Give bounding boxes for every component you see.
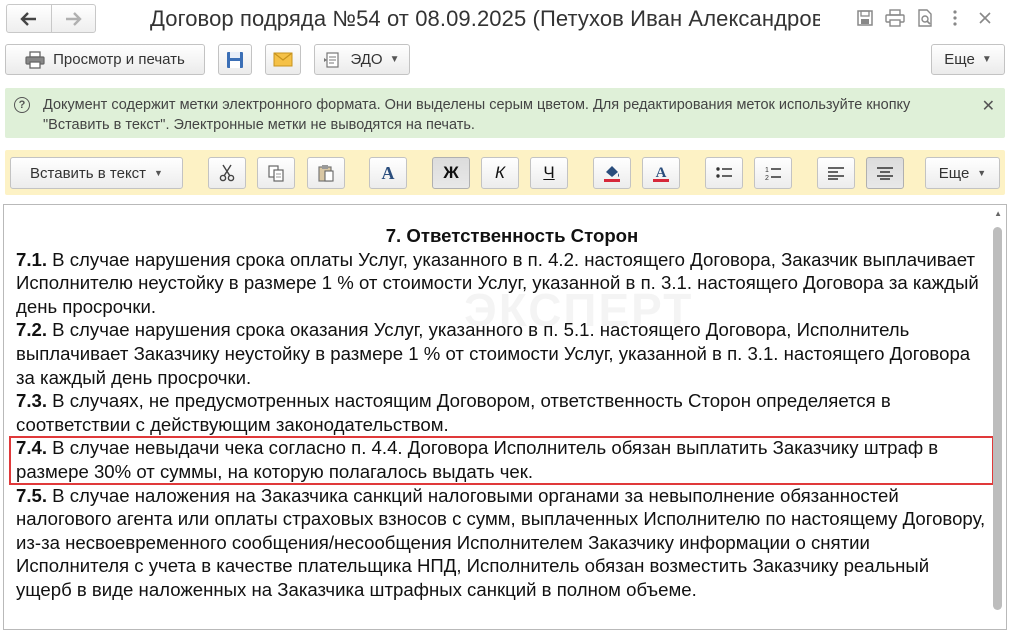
highlight-box <box>9 436 994 485</box>
command-bar: Просмотр и печать ЭДО ▼ Еще ▼ <box>0 44 1010 78</box>
dropdown-arrow-icon: ▼ <box>154 168 163 178</box>
copy-icon <box>268 165 284 182</box>
align-left-button[interactable] <box>817 157 855 189</box>
floppy-icon <box>227 51 243 68</box>
svg-text:2: 2 <box>765 175 769 181</box>
align-left-icon <box>828 167 844 180</box>
numbered-list-button[interactable]: 12 <box>754 157 792 189</box>
title-bar: Договор подряда №54 от 08.09.2025 (Петух… <box>0 0 1010 38</box>
numbered-list-icon: 12 <box>765 167 781 181</box>
insert-into-text-button[interactable]: Вставить в текст ▼ <box>10 157 183 189</box>
text-color-icon: A <box>653 165 669 182</box>
clause-text: В случае нарушения срока оплаты Услуг, у… <box>16 248 979 317</box>
search-doc-icon[interactable] <box>910 6 940 30</box>
clause-7-1: 7.1. В случае нарушения срока оплаты Усл… <box>16 248 988 319</box>
section-heading: 7. Ответственность Сторон <box>385 225 639 246</box>
arrow-left-icon <box>20 11 36 26</box>
edo-label: ЭДО <box>350 51 383 68</box>
format-more-label: Еще <box>938 164 970 182</box>
forward-button[interactable] <box>52 5 96 32</box>
document-editor[interactable]: ЭКСПЕРТ 7. Ответственность Сторон 7.1. В… <box>3 204 1007 630</box>
more-label: Еще <box>944 51 975 68</box>
save-icon[interactable] <box>850 6 880 30</box>
clause-text: В случае наложения на Заказчика санкций … <box>16 484 986 600</box>
copy-button[interactable] <box>257 157 295 189</box>
edo-button[interactable]: ЭДО ▼ <box>314 44 410 75</box>
edo-icon <box>324 51 340 68</box>
underline-label: Ч <box>543 163 555 182</box>
bullet-list-icon <box>716 167 732 178</box>
save-button[interactable] <box>218 44 252 75</box>
question-icon: ? <box>14 97 30 113</box>
back-button[interactable] <box>7 5 52 32</box>
print-icon[interactable] <box>880 6 910 30</box>
clause-number: 7.5. <box>16 484 48 506</box>
bold-label: Ж <box>443 163 459 182</box>
preview-print-button[interactable]: Просмотр и печать <box>5 44 205 75</box>
dropdown-arrow-icon: ▼ <box>981 54 992 65</box>
document-text[interactable]: 7. Ответственность Сторон 7.1. В случае … <box>16 224 988 602</box>
font-button[interactable]: A <box>369 157 407 189</box>
align-center-button[interactable] <box>866 157 904 189</box>
bold-button[interactable]: Ж <box>432 157 470 189</box>
clause-7-5: 7.5. В случае наложения на Заказчика сан… <box>16 484 988 602</box>
clause-7-2: 7.2. В случае нарушения срока оказания У… <box>16 318 988 389</box>
clause-text: В случаях, не предусмотренных настоящим … <box>16 390 891 435</box>
underline-button[interactable]: Ч <box>530 157 568 189</box>
clause-number: 7.2. <box>16 319 48 341</box>
info-text: Документ содержит метки электронного фор… <box>43 97 911 133</box>
align-center-icon <box>877 167 893 180</box>
dropdown-arrow-icon: ▼ <box>977 168 987 178</box>
svg-text:A: A <box>656 165 667 181</box>
italic-label: К <box>494 163 506 182</box>
cut-button[interactable] <box>208 157 246 189</box>
envelope-icon <box>273 52 293 67</box>
paste-icon <box>318 165 334 182</box>
scroll-up-icon[interactable]: ▲ <box>994 209 1002 218</box>
fill-color-button[interactable] <box>593 157 631 189</box>
format-toolbar: Вставить в текст ▼ A Ж К Ч A 12 Еще ▼ <box>5 150 1005 195</box>
more-button[interactable]: Еще ▼ <box>931 44 1005 75</box>
insert-into-text-label: Вставить в текст <box>30 164 147 182</box>
more-vertical-icon[interactable] <box>940 6 970 30</box>
dropdown-arrow-icon: ▼ <box>389 54 400 65</box>
scrollbar-thumb[interactable] <box>993 227 1002 610</box>
navigation-buttons <box>6 4 96 33</box>
preview-print-label: Просмотр и печать <box>53 51 185 68</box>
italic-button[interactable]: К <box>481 157 519 189</box>
close-icon[interactable]: ✕ <box>982 96 995 116</box>
paint-bucket-icon <box>604 166 620 182</box>
scissors-icon <box>219 164 235 182</box>
text-color-button[interactable]: A <box>642 157 680 189</box>
print-icon <box>25 50 45 69</box>
clause-7-3: 7.3. В случаях, не предусмотренных насто… <box>16 389 988 436</box>
paste-button[interactable] <box>307 157 345 189</box>
format-more-button[interactable]: Еще ▼ <box>925 157 1000 189</box>
close-icon[interactable] <box>970 6 1000 30</box>
font-icon: A <box>381 162 395 183</box>
email-button[interactable] <box>265 44 301 75</box>
svg-text:1: 1 <box>765 167 769 174</box>
window-title: Договор подряда №54 от 08.09.2025 (Петух… <box>150 6 820 31</box>
arrow-right-icon <box>66 11 82 26</box>
clause-text: В случае нарушения срока оказания Услуг,… <box>16 319 971 388</box>
info-message: ? Документ содержит метки электронного ф… <box>5 88 1005 138</box>
clause-number: 7.3. <box>16 390 48 412</box>
clause-number: 7.1. <box>16 248 48 270</box>
bullet-list-button[interactable] <box>705 157 743 189</box>
